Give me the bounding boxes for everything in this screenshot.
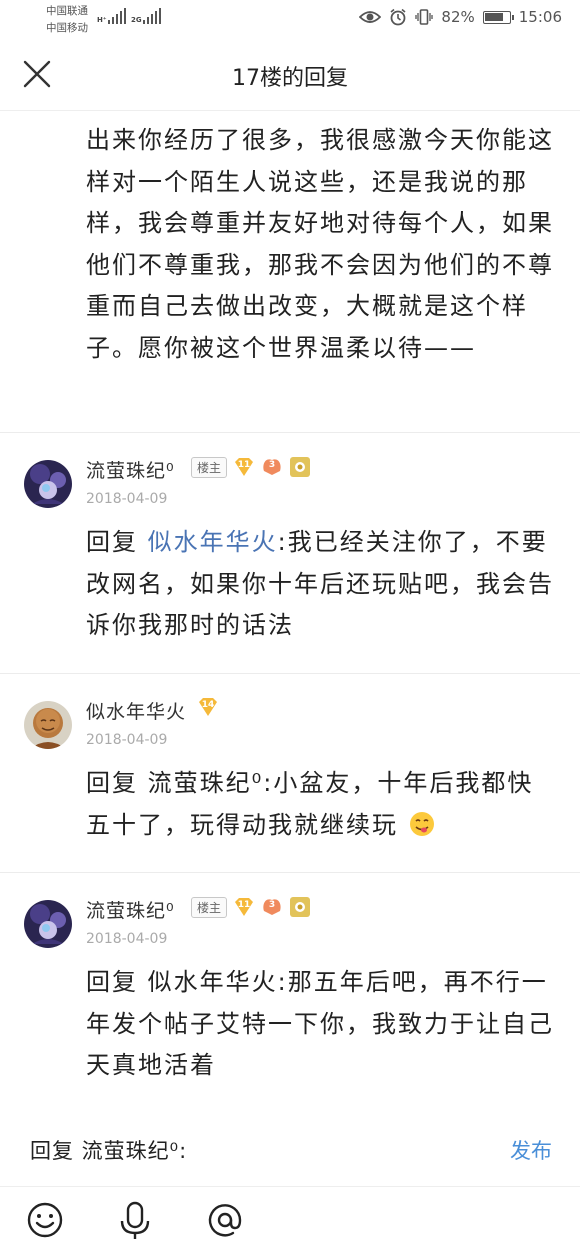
member-badge-icon: 3 [261,457,283,477]
yummy-emoji-icon [409,811,434,836]
level-badge-icon: 11 [233,457,255,477]
reply-text: 回复 似水年华火:那五年后吧，再不行一年发个帖子艾特一下你，我致力于让自己天真地… [86,962,556,1087]
avatar[interactable] [24,460,72,508]
carrier-1: 中国联通 [46,5,88,17]
badges: 楼主 11 3 [191,456,311,478]
eye-icon [359,11,382,23]
gear-badge-icon [290,457,311,477]
battery-icon [482,10,514,24]
smiley-icon [27,1202,63,1238]
badges: 楼主 11 3 [191,896,311,918]
reply-prefix: 回复 [86,968,148,996]
reply-prefix: 回复 [86,769,148,797]
battery-fill [485,13,504,21]
reply-to-link[interactable]: 似水年华火 [148,528,278,556]
username[interactable]: 似水年华火 [86,697,186,724]
vibrate-icon [415,9,434,25]
status-icons: 82% 15:06 [359,8,562,26]
level-number: 11 [237,460,251,470]
timestamp: 2018-04-09 [86,491,168,507]
username[interactable]: 流萤珠纪⁰ [86,456,175,483]
reply-prefix: 回复 [86,528,148,556]
comment-item: 似水年华火 14 2018-04-09 回复 流萤珠纪⁰:小盆友，十年后我都快五… [0,674,580,872]
timestamp: 2018-04-09 [86,931,168,947]
alarm-icon [390,8,406,26]
member-badge-icon: 3 [261,897,283,917]
nav-bar: 17楼的回复 [0,38,580,111]
status-bar: 中国联通 中国移动 H⁺ 2G 82% 15:06 [0,0,580,38]
owner-badge: 楼主 [191,896,228,918]
bottom-toolbar [0,1187,580,1257]
username[interactable]: 流萤珠纪⁰ [86,896,175,923]
page-title: 17楼的回复 [232,66,348,91]
carrier-2: 中国移动 [46,22,88,34]
reply-text: 回复 似水年华火:我已经关注你了，不要改网名，如果你十年后还玩贴吧，我会告诉你我… [86,522,556,647]
reply-text: 回复 流萤珠纪⁰:小盆友，十年后我都快五十了，玩得动我就继续玩 [86,763,556,846]
publish-button[interactable]: 发布 [510,1135,552,1165]
level-badge-icon: 11 [233,897,255,917]
at-sign-icon [208,1204,242,1237]
badges: 14 [197,697,219,717]
main-post-text: 出来你经历了很多，我很感激今天你能这样对一个陌生人说这些，还是我说的那样，我会尊… [86,126,554,362]
level-number: 11 [237,900,251,910]
avatar[interactable] [24,701,72,749]
signal-sim2: 2G [131,8,162,24]
reply-bar: 回复 流萤珠纪⁰: 发布 [0,1118,580,1187]
comment-item: 流萤珠纪⁰ 楼主 11 3 2018-04-09 回复 似水年华火:那五年后吧，… [0,873,580,1113]
badge-number: 3 [268,900,276,910]
timestamp: 2018-04-09 [86,732,168,748]
avatar[interactable] [24,900,72,948]
level-number: 14 [201,700,215,710]
avatar-anime-icon [24,460,72,508]
reply-to-name[interactable]: 似水年华火 [148,968,278,996]
signal-sim1: H⁺ [97,8,127,24]
comment-item: 流萤珠纪⁰ 楼主 11 3 2018-04-09 回复 似水年华火:我已经关注你… [0,433,580,673]
signal-bars-icon [107,8,127,24]
reply-input[interactable]: 回复 流萤珠纪⁰: [30,1135,187,1165]
emoji-button[interactable] [26,1201,66,1241]
network-type-2: 2G [131,16,142,24]
microphone-icon [120,1201,150,1239]
avatar-buddha-icon [24,701,72,749]
signal-bars-icon [142,8,162,24]
reply-to-name[interactable]: 流萤珠纪⁰ [148,769,264,797]
mention-button[interactable] [206,1201,246,1241]
network-type-1: H⁺ [97,16,107,24]
avatar-anime-icon [24,900,72,948]
battery-percent: 82% [441,8,475,26]
level-badge-icon: 14 [197,697,219,717]
clock: 15:06 [518,8,562,26]
voice-button[interactable] [116,1201,156,1241]
gear-badge-icon [290,897,311,917]
owner-badge: 楼主 [191,456,228,478]
badge-number: 3 [268,460,276,470]
